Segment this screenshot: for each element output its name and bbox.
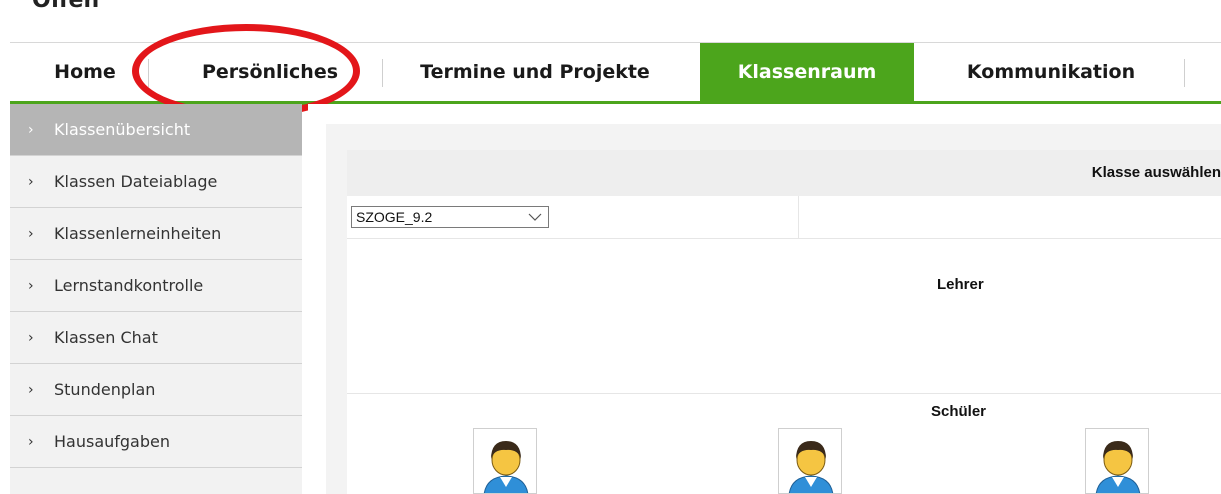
person-avatar-icon <box>483 441 529 493</box>
person-avatar-icon <box>1095 441 1141 493</box>
column-divider <box>798 196 799 238</box>
class-overview-panel: Klasse auswählen SZOGE_9.2 Lehrer Schüle… <box>347 150 1221 494</box>
sidebar-item-klassenuebersicht[interactable]: › Klassenübersicht <box>10 104 302 156</box>
tab-kommunikation[interactable]: Kommunikation <box>928 43 1174 101</box>
class-select-row: SZOGE_9.2 <box>347 196 1221 239</box>
tab-home[interactable]: Home <box>30 43 140 101</box>
chevron-down-icon <box>522 207 548 227</box>
class-select[interactable]: SZOGE_9.2 <box>351 206 549 228</box>
tab-separator <box>148 59 149 87</box>
student-avatar[interactable] <box>473 428 537 494</box>
page-title: Offen <box>32 0 100 13</box>
class-select-value: SZOGE_9.2 <box>356 209 433 225</box>
chevron-right-icon: › <box>28 381 34 398</box>
sidebar-item-klassen-chat[interactable]: › Klassen Chat <box>10 312 302 364</box>
person-avatar-icon <box>788 441 834 493</box>
chevron-right-icon: › <box>28 121 34 138</box>
chevron-right-icon: › <box>28 225 34 242</box>
sidebar-item-klassen-dateiablage[interactable]: › Klassen Dateiablage <box>10 156 302 208</box>
sidebar-item-hausaufgaben[interactable]: › Hausaufgaben <box>10 416 302 468</box>
tab-separator <box>382 59 383 87</box>
tab-separator <box>1184 59 1185 87</box>
sidebar-item-stundenplan[interactable]: › Stundenplan <box>10 364 302 416</box>
sidebar-item-label: Klassenübersicht <box>54 120 191 139</box>
sidebar-item-lernstandkontrolle[interactable]: › Lernstandkontrolle <box>10 260 302 312</box>
sidebar-item-label: Klassen Chat <box>54 328 158 347</box>
tab-klassenraum[interactable]: Klassenraum <box>700 43 914 101</box>
chevron-right-icon: › <box>28 433 34 450</box>
main-navigation: Home Persönliches Termine und Projekte K… <box>10 42 1221 105</box>
sidebar-item-label: Klassen Dateiablage <box>54 172 218 191</box>
lehrer-heading: Lehrer <box>937 276 984 293</box>
chevron-right-icon: › <box>28 277 34 294</box>
section-divider <box>347 393 1221 394</box>
class-select-header: Klasse auswählen <box>347 150 1221 196</box>
sidebar-item-label: Klassenlerneinheiten <box>54 224 222 243</box>
chevron-right-icon: › <box>28 329 34 346</box>
sidebar-item-klassenlerneinheiten[interactable]: › Klassenlerneinheiten <box>10 208 302 260</box>
schueler-heading: Schüler <box>931 403 987 420</box>
sidebar: › Klassenübersicht › Klassen Dateiablage… <box>10 104 302 494</box>
tab-persoenliches[interactable]: Persönliches <box>170 43 370 101</box>
sidebar-item-label: Stundenplan <box>54 380 156 399</box>
klasse-auswaehlen-label: Klasse auswählen <box>1091 164 1221 181</box>
student-avatar[interactable] <box>778 428 842 494</box>
tab-termine-und-projekte[interactable]: Termine und Projekte <box>390 43 680 101</box>
chevron-right-icon: › <box>28 173 34 190</box>
student-avatar[interactable] <box>1085 428 1149 494</box>
sidebar-item-label: Hausaufgaben <box>54 432 170 451</box>
sidebar-item-label: Lernstandkontrolle <box>54 276 204 295</box>
